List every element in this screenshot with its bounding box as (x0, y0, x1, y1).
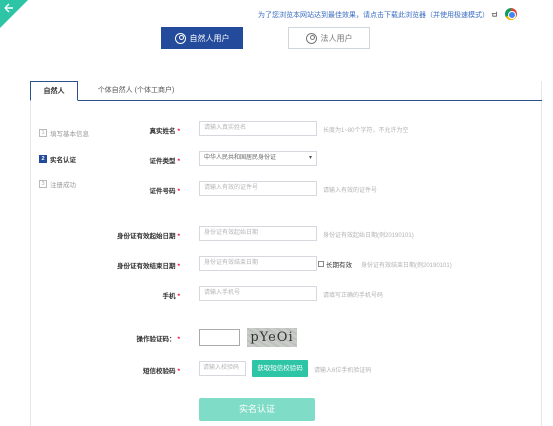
step-number: 2 (39, 155, 47, 163)
legal-person-button[interactable]: 法人用户 (288, 27, 370, 49)
step-label: 填写基本信息 (50, 131, 89, 138)
id-start-label: 身份证有效起始日期 * (116, 233, 180, 240)
captcha-image[interactable]: pYeOi (247, 328, 297, 347)
sms-code-label: 短信校验码 * (142, 368, 180, 375)
id-end-hint: 身份证有效结束日期(例20190101) (361, 263, 452, 269)
phone-hint: 请填写正确的手机号码 (323, 293, 384, 299)
phone-input[interactable]: 请输入手机号 (199, 286, 317, 301)
user-icon (174, 32, 186, 44)
step-real-name-auth: 2 实名认证 (39, 154, 76, 164)
get-sms-code-button[interactable]: 获取短信校验码 (252, 360, 308, 377)
id-type-value: 中华人民共和国居民身份证 (204, 155, 277, 161)
captcha-label: 操作验证码： * (136, 336, 180, 343)
step-basic-info: 1 填写基本信息 (39, 128, 89, 138)
id-number-input[interactable]: 请输入有效的证件号 (199, 181, 317, 196)
step-registration-success: 3 注册成功 (39, 179, 76, 189)
step-label: 实名认证 (50, 157, 76, 164)
id-end-label: 身份证有效结束日期 * (116, 263, 180, 270)
captcha-input[interactable] (199, 329, 240, 346)
long-term-label: 长期有效 (326, 262, 352, 269)
sms-code-input[interactable]: 请输入校验码 (199, 361, 246, 376)
legal-person-label: 法人用户 (320, 33, 353, 43)
return-arrow-icon[interactable] (3, 2, 15, 14)
browser-notice[interactable]: 为了您浏览本网站达到最佳效果，请点击下载此浏览器（并使用极速模式） (258, 10, 489, 20)
step-label: 注册成功 (50, 182, 76, 189)
tab-individual-business[interactable]: 个体自然人 (个体工商户) (86, 81, 186, 101)
real-name-label: 真实姓名 * (149, 128, 180, 135)
natural-person-label: 自然人用户 (189, 33, 230, 43)
chrome-browser-icon[interactable] (505, 8, 517, 20)
id-start-hint: 身份证有效起始日期(例20190101) (323, 233, 414, 239)
id-number-hint: 请输入有效的证件号 (323, 188, 378, 194)
step-number: 3 (39, 180, 47, 188)
id-number-label: 证件号码 * (149, 188, 180, 195)
page: 为了您浏览本网站达到最佳效果，请点击下载此浏览器（并使用极速模式） 自然人用户 … (0, 0, 553, 426)
id-type-label: 证件类型 * (149, 158, 180, 165)
submit-button[interactable]: 实名认证 (199, 398, 315, 421)
phone-label: 手机 * (162, 293, 180, 300)
chevron-down-icon: ▾ (308, 155, 312, 161)
id-start-input[interactable]: 身份证有效起始日期 (199, 226, 317, 241)
tab-bar: 自然人 个体自然人 (个体工商户) (30, 81, 542, 101)
pointing-hand-icon (491, 11, 497, 17)
id-type-select[interactable]: 中华人民共和国居民身份证 ▾ (199, 151, 317, 166)
natural-person-button[interactable]: 自然人用户 (161, 27, 243, 49)
step-number: 1 (39, 129, 47, 137)
user-icon (305, 32, 317, 44)
id-end-input[interactable]: 身份证有效结束日期 (199, 256, 317, 271)
tab-natural-person[interactable]: 自然人 (30, 81, 78, 101)
real-name-input[interactable]: 请输入真实姓名 (199, 121, 317, 136)
sms-code-hint: 请输入6位手机验证码 (314, 368, 372, 374)
long-term-checkbox[interactable] (318, 261, 324, 267)
real-name-hint: 长度为1~80个字符，不允许为空 (323, 128, 409, 134)
